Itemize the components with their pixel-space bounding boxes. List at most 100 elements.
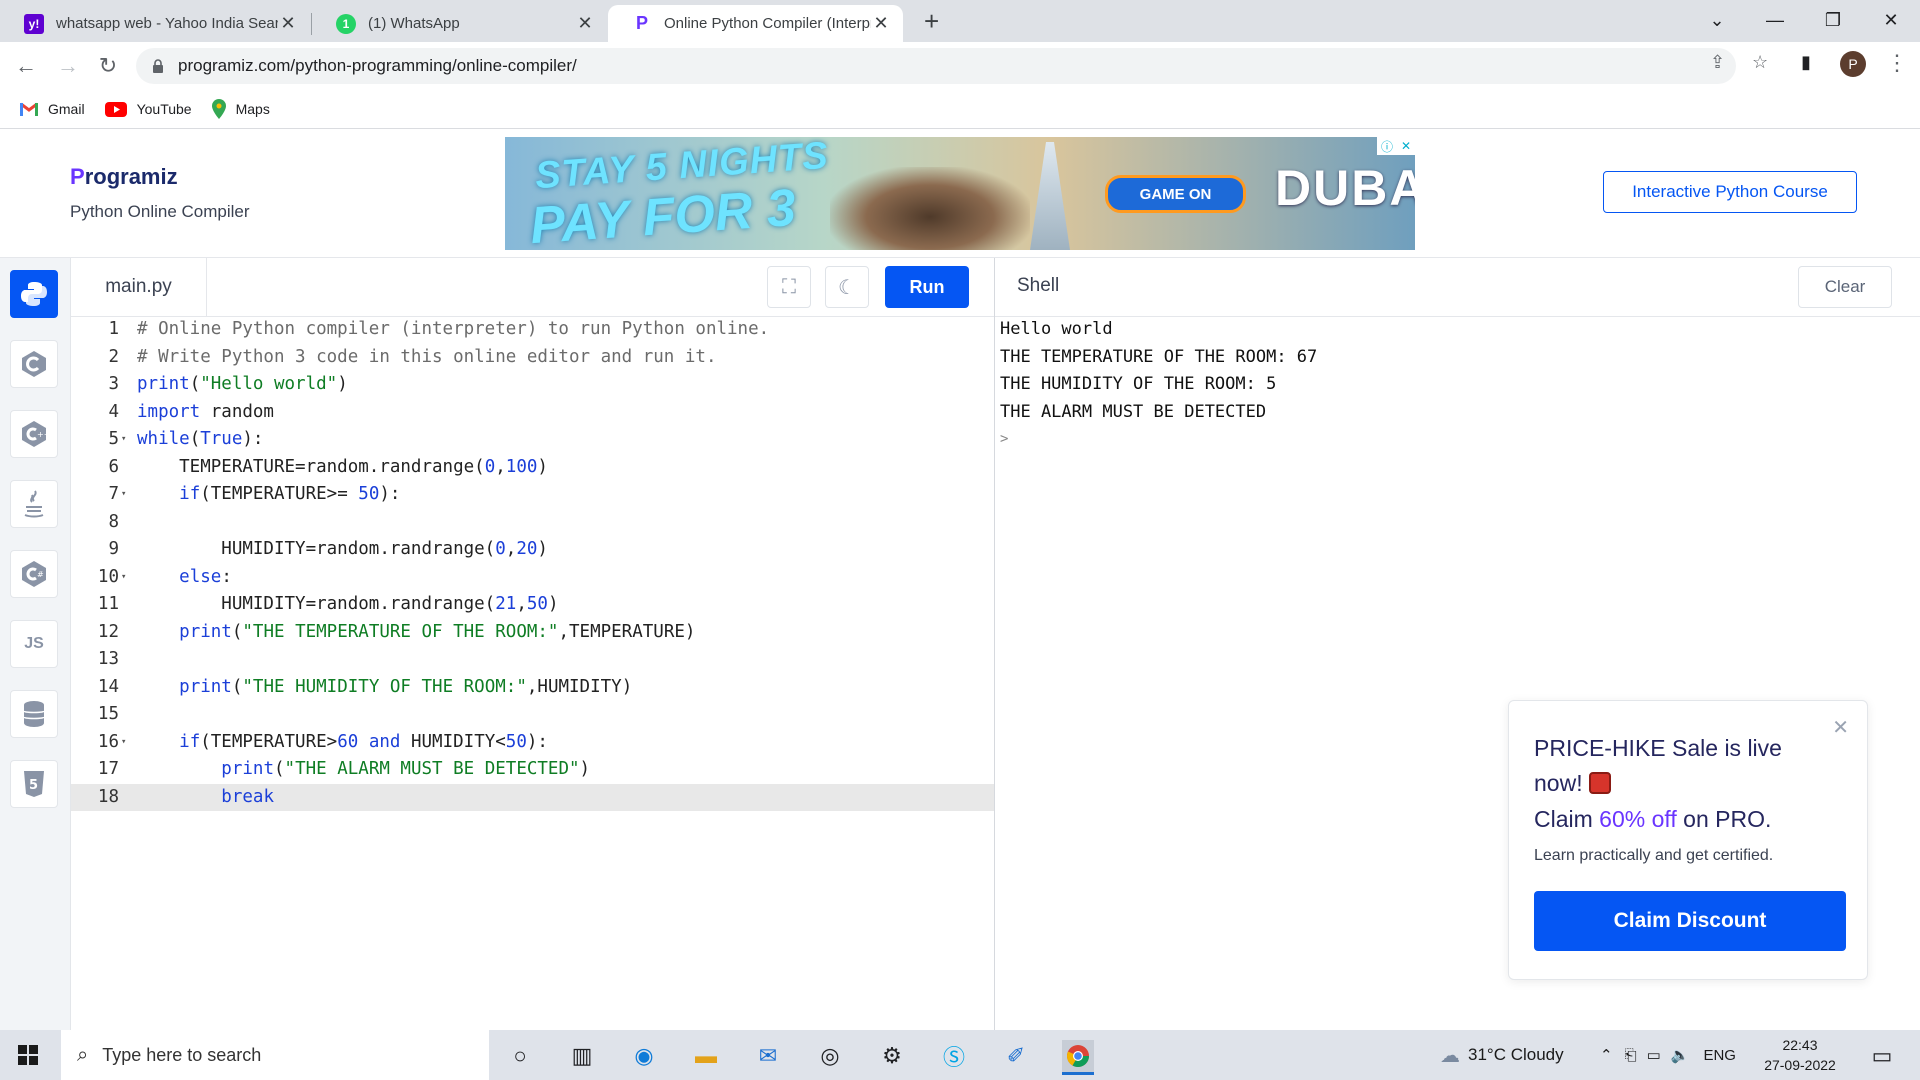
code-line[interactable]: 16 ▾ if(TEMPERATURE>60 and HUMIDITY<50): <box>71 729 994 757</box>
fold-toggle-icon[interactable]: ▾ <box>121 481 126 509</box>
code-line[interactable]: 11 HUMIDITY=random.randrange(21,50) <box>71 591 994 619</box>
promo-headline-text: PRICE-HIKE Sale is live now! <box>1534 735 1782 796</box>
restore-button[interactable]: ❐ <box>1810 0 1856 40</box>
taskbar-search-box[interactable]: ⌕ Type here to search <box>61 1030 489 1080</box>
back-button[interactable]: ← <box>12 52 40 80</box>
chrome-menu-icon[interactable]: ⋮ <box>1886 50 1908 76</box>
network-icon[interactable]: ⎗ <box>1625 1047 1637 1064</box>
skype-icon[interactable]: Ⓢ <box>938 1040 970 1072</box>
cortana-icon[interactable]: ○ <box>504 1040 536 1072</box>
code-line[interactable]: 9 HUMIDITY=random.randrange(0,20) <box>71 536 994 564</box>
claim-discount-button[interactable]: Claim Discount <box>1534 891 1846 951</box>
code-line[interactable]: 3 print("Hello world") <box>71 371 994 399</box>
ad-cta-button[interactable]: GAME ON <box>1105 175 1246 213</box>
close-icon[interactable]: ✕ <box>575 13 595 34</box>
address-bar[interactable]: programiz.com/python-programming/online-… <box>136 48 1736 84</box>
adchoices-icon[interactable]: ⓘ ✕ <box>1377 137 1415 155</box>
code-line[interactable]: 17 print("THE ALARM MUST BE DETECTED") <box>71 756 994 784</box>
code-line[interactable]: 12 print("THE TEMPERATURE OF THE ROOM:",… <box>71 619 994 647</box>
java-icon[interactable] <box>10 480 58 528</box>
settings-gear-icon[interactable]: ⚙ <box>876 1040 908 1072</box>
chevron-up-icon[interactable]: ⌃ <box>1600 1046 1613 1064</box>
shell-prompt[interactable]: > <box>1000 426 1317 454</box>
tab-whatsapp[interactable]: 1 (1) WhatsApp ✕ <box>312 5 607 42</box>
system-tray[interactable]: ⌃ ⎗ ▭ 🔈 ENG <box>1600 1030 1736 1080</box>
fold-toggle-icon[interactable]: ▾ <box>121 729 126 757</box>
tab-title: (1) WhatsApp <box>368 15 460 32</box>
file-tab-main[interactable]: main.py <box>71 258 207 316</box>
code-line[interactable]: 4 import random <box>71 399 994 427</box>
mail-icon[interactable]: ✉ <box>752 1040 784 1072</box>
reload-button[interactable]: ↻ <box>94 52 122 80</box>
chrome-taskbar-icon[interactable] <box>1062 1040 1094 1075</box>
tab-programiz[interactable]: P Online Python Compiler (Interpre ✕ <box>608 5 903 42</box>
volume-icon[interactable]: 🔈 <box>1671 1046 1690 1064</box>
run-button[interactable]: Run <box>885 266 969 308</box>
windows-start-icon[interactable] <box>18 1045 38 1065</box>
code-line[interactable]: 6 TEMPERATURE=random.randrange(0,100) <box>71 454 994 482</box>
csharp-icon[interactable]: # <box>10 550 58 598</box>
close-icon[interactable]: ✕ <box>871 13 891 34</box>
weather-widget[interactable]: ☁ 31°C Cloudy <box>1440 1030 1564 1080</box>
js-icon[interactable]: JS <box>10 620 58 668</box>
fullscreen-icon[interactable]: ⛶ <box>767 266 811 308</box>
html5-icon[interactable]: 5 <box>10 760 58 808</box>
ad-banner[interactable]: STAY 5 NIGHTS PAY FOR 3 GAME ON DUBAI ⓘ✕ <box>505 137 1415 250</box>
line-number: 10 <box>97 566 119 587</box>
notifications-icon[interactable]: ▭ <box>1866 1040 1898 1072</box>
sync-app-icon[interactable]: ✐ <box>1000 1040 1032 1072</box>
fold-toggle-icon[interactable]: ▾ <box>121 426 126 454</box>
line-number: 4 <box>108 401 119 422</box>
database-icon[interactable] <box>10 690 58 738</box>
c-icon[interactable] <box>10 340 58 388</box>
language-indicator[interactable]: ENG <box>1703 1047 1736 1064</box>
taskbar-clock[interactable]: 22:43 27-09-2022 <box>1760 1035 1840 1075</box>
share-icon[interactable]: ⇪ <box>1710 52 1725 73</box>
fold-toggle-icon[interactable]: ▾ <box>121 564 126 592</box>
clear-button[interactable]: Clear <box>1798 266 1892 308</box>
dark-mode-icon[interactable]: ☾ <box>825 266 869 308</box>
task-view-icon[interactable]: ▥ <box>566 1040 598 1072</box>
code-line[interactable]: 1 # Online Python compiler (interpreter) … <box>71 316 994 344</box>
close-icon[interactable]: ✕ <box>1832 715 1849 740</box>
interactive-course-button[interactable]: Interactive Python Course <box>1603 171 1857 213</box>
line-number: 12 <box>97 621 119 642</box>
shell-output[interactable]: Hello world THE TEMPERATURE OF THE ROOM:… <box>1000 316 1317 454</box>
code-line[interactable]: 5 ▾ while(True): <box>71 426 994 454</box>
maps-icon <box>211 99 226 119</box>
pane-divider[interactable] <box>994 258 995 1030</box>
code-line[interactable]: 8 <box>71 509 994 537</box>
code-line[interactable]: 18 break <box>71 783 994 811</box>
profile-avatar[interactable]: P <box>1840 51 1866 77</box>
programiz-logo[interactable]: Programiz <box>70 164 178 190</box>
python-icon[interactable] <box>10 270 58 318</box>
bookmark-youtube[interactable]: YouTube <box>104 101 192 117</box>
code-line[interactable]: 7 ▾ if(TEMPERATURE>= 50): <box>71 481 994 509</box>
code-line[interactable]: 15 <box>71 701 994 729</box>
code-line[interactable]: 10 ▾ else: <box>71 564 994 592</box>
line-number: 6 <box>108 456 119 477</box>
edge-icon[interactable]: ◉ <box>628 1040 660 1072</box>
bookmark-star-icon[interactable]: ☆ <box>1752 52 1768 73</box>
minimize-button[interactable]: — <box>1752 0 1798 40</box>
dell-icon[interactable]: ◎ <box>814 1040 846 1072</box>
side-panel-icon[interactable]: ▮ <box>1801 52 1811 73</box>
file-explorer-icon[interactable]: ▬ <box>690 1040 722 1072</box>
close-icon[interactable]: ✕ <box>278 13 298 34</box>
code-line[interactable]: 2 # Write Python 3 code in this online ed… <box>71 344 994 372</box>
battery-icon[interactable]: ▭ <box>1647 1046 1661 1064</box>
code-line[interactable]: 14 print("THE HUMIDITY OF THE ROOM:",HUM… <box>71 674 994 702</box>
line-number: 15 <box>97 704 119 724</box>
tab-yahoo[interactable]: y! whatsapp web - Yahoo India Sear ✕ <box>0 5 310 42</box>
youtube-icon <box>104 101 127 117</box>
new-tab-button[interactable]: + <box>924 6 939 37</box>
bookmark-gmail[interactable]: Gmail <box>20 101 85 117</box>
line-number: 18 <box>97 786 119 807</box>
tab-search-icon[interactable]: ⌄ <box>1694 0 1740 40</box>
window-close-button[interactable]: ✕ <box>1868 0 1914 40</box>
cpp-icon[interactable]: ++ <box>10 410 58 458</box>
forward-button[interactable]: → <box>54 52 82 80</box>
code-editor[interactable]: 1 # Online Python compiler (interpreter) … <box>71 316 994 1030</box>
bookmark-maps[interactable]: Maps <box>211 99 270 119</box>
code-line[interactable]: 13 <box>71 646 994 674</box>
